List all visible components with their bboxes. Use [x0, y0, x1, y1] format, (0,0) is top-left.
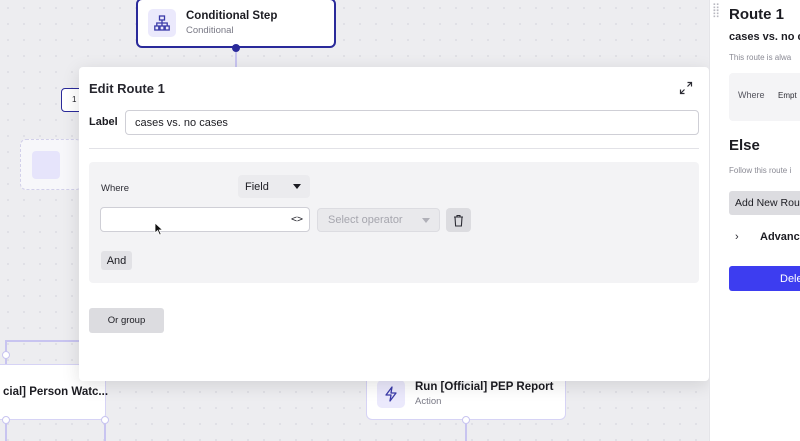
edit-route-modal: Edit Route 1 Label Where Field <> Select… [79, 67, 709, 381]
edge [235, 52, 237, 68]
mouse-cursor-icon [154, 222, 164, 241]
node-title: cial] Person Watc... [3, 386, 109, 398]
caret-down-icon [293, 184, 301, 189]
drag-handle-icon[interactable]: ⠿ ⠿ [712, 4, 720, 21]
node-title: Conditional Step [186, 10, 278, 22]
operator-placeholder: Select operator [328, 214, 403, 226]
or-group-button[interactable]: Or group [89, 308, 164, 333]
conditional-step-node[interactable]: Conditional Step Conditional [136, 0, 336, 48]
panel-condition-summary[interactable]: Where Empt [729, 73, 800, 121]
add-new-route-button[interactable]: Add New Rou [729, 191, 800, 215]
condition-field-input[interactable]: <> [100, 207, 310, 232]
panel-route-description: This route is alwa [729, 53, 792, 62]
sitemap-icon [148, 9, 176, 37]
chevron-right-icon[interactable]: › [735, 231, 739, 243]
route-details-panel: ⠿ ⠿ Route 1 cases vs. no c This route is … [709, 0, 800, 441]
advanced-section-toggle[interactable]: Advanc [760, 231, 800, 243]
panel-where-label: Where [738, 90, 765, 100]
trash-icon [454, 214, 463, 227]
input-port[interactable] [2, 351, 10, 359]
node-subtitle: Action [415, 396, 442, 407]
panel-route-label: cases vs. no c [729, 31, 800, 43]
code-icon[interactable]: <> [291, 214, 303, 225]
modal-title: Edit Route 1 [89, 81, 165, 96]
label-field-label: Label [89, 116, 118, 128]
delete-button[interactable]: Dele [729, 266, 800, 291]
panel-where-value: Empt [778, 91, 797, 100]
output-port[interactable] [232, 44, 240, 52]
empty-node-placeholder[interactable] [20, 139, 82, 190]
panel-title: Route 1 [729, 6, 785, 23]
panel-else-title: Else [729, 137, 760, 154]
field-type-value: Field [245, 180, 269, 193]
and-button[interactable]: And [101, 251, 132, 270]
edge [104, 424, 106, 441]
field-type-select[interactable]: Field [238, 175, 310, 198]
delete-condition-button[interactable] [446, 208, 471, 232]
label-input[interactable] [125, 110, 699, 135]
expand-icon[interactable] [679, 81, 693, 95]
caret-down-icon [422, 218, 430, 223]
edge [5, 424, 7, 441]
divider [89, 148, 699, 149]
condition-group: Where Field <> Select operator And [89, 162, 699, 283]
output-port[interactable] [2, 416, 10, 424]
node-subtitle: Conditional [186, 25, 234, 36]
node-title: Run [Official] PEP Report [415, 381, 554, 393]
lightning-icon [377, 380, 405, 408]
output-port[interactable] [101, 416, 109, 424]
where-label: Where [101, 183, 129, 194]
edge [465, 424, 467, 441]
output-port[interactable] [462, 416, 470, 424]
operator-select[interactable]: Select operator [317, 208, 440, 232]
placeholder-icon [32, 151, 60, 179]
panel-else-description: Follow this route i [729, 166, 792, 175]
